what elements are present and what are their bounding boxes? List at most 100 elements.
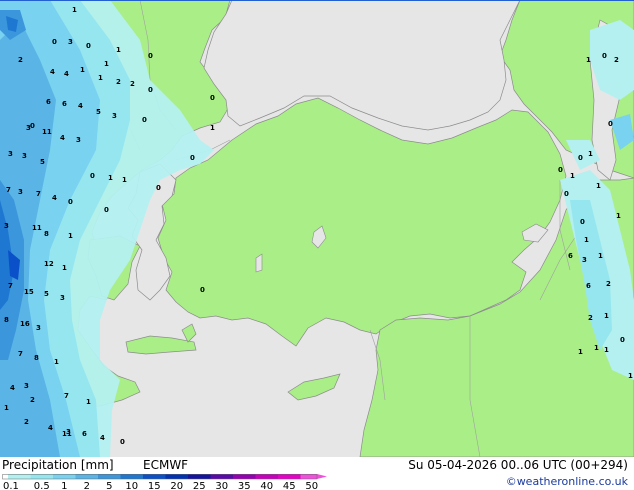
precip-value-label: 1: [584, 236, 589, 244]
scale-tick-label: 1: [61, 481, 67, 490]
precip-value-label: 0: [200, 286, 205, 294]
scale-tick-label: 15: [148, 481, 161, 490]
precip-value-label: 15: [24, 288, 34, 296]
precip-value-label: 2: [116, 78, 121, 86]
precip-value-label: 1: [628, 372, 633, 380]
precip-value-label: 0: [86, 42, 91, 50]
precip-value-label: 1: [68, 232, 73, 240]
precip-value-label: 1: [104, 60, 109, 68]
precip-value-label: 7: [36, 190, 41, 198]
precip-value-label: 0: [602, 52, 607, 60]
scale-tick-label: 2: [84, 481, 90, 490]
precip-value-label: 7: [6, 186, 11, 194]
validity-time: Su 05-04-2026 00..06 UTC (00+294): [408, 458, 628, 472]
precip-value-label: 2: [24, 418, 29, 426]
precip-value-label: 1: [116, 46, 121, 54]
scale-tick-label: 5: [106, 481, 112, 490]
scale-tick-label: 50: [305, 481, 318, 490]
precip-value-label: 1: [594, 344, 599, 352]
precip-value-label: 4: [100, 434, 105, 442]
precip-value-label: 12: [44, 260, 54, 268]
precip-value-label: 3: [24, 382, 29, 390]
precip-value-label: 0: [558, 166, 563, 174]
precip-value-label: 3: [76, 136, 81, 144]
model-name: ECMWF: [143, 458, 189, 472]
precip-value-label: 4: [50, 68, 55, 76]
precip-value-label: 6: [568, 252, 573, 260]
precip-value-label: 0: [104, 206, 109, 214]
precip-value-label: 3: [8, 150, 13, 158]
precip-value-label: 0: [52, 38, 57, 46]
precip-value-label: 6: [586, 282, 591, 290]
precip-value-label: 1: [86, 398, 91, 406]
precip-value-label: 0: [620, 336, 625, 344]
sea-black-sea: [203, 0, 521, 131]
precip-value-label: 3: [68, 38, 73, 46]
precip-value-label: 1: [62, 264, 67, 272]
precip-value-label: 4: [48, 424, 53, 432]
precip-value-label: 3: [4, 222, 9, 230]
precip-value-label: 4: [52, 194, 57, 202]
scale-tick-label: 40: [260, 481, 273, 490]
precip-value-label: 7: [8, 282, 13, 290]
precip-value-label: 0: [120, 438, 125, 446]
precip-value-label: 4: [60, 134, 65, 142]
precip-value-label: 0: [68, 198, 73, 206]
map-title: Precipitation [mm]: [2, 458, 114, 472]
precip-value-label: 3: [36, 324, 41, 332]
precip-value-label: 1: [578, 348, 583, 356]
precip-value-label: 3: [22, 152, 27, 160]
precip-value-label: 1: [210, 124, 215, 132]
precip-value-label: 8: [34, 354, 39, 362]
precip-value-label: 0: [580, 218, 585, 226]
scale-tick-label: 10: [125, 481, 138, 490]
precip-value-label: 16: [20, 320, 30, 328]
precip-value-label: 1: [72, 6, 77, 14]
precip-value-label: 0: [564, 190, 569, 198]
precip-value-label: 1: [598, 252, 603, 260]
precip-value-label: 8: [4, 316, 9, 324]
precip-value-label: 0: [156, 184, 161, 192]
precip-value-label: 11: [42, 128, 52, 136]
precip-value-label: 0: [578, 154, 583, 162]
precip-value-label: 2: [614, 56, 619, 64]
precip-value-label: 6: [62, 100, 67, 108]
precip-value-label: 1: [586, 56, 591, 64]
precip-value-label: 5: [44, 290, 49, 298]
precip-value-label: 2: [130, 80, 135, 88]
scale-tick-label: 20: [170, 481, 183, 490]
precip-value-label: 8: [44, 230, 49, 238]
precip-value-label: 4: [10, 384, 15, 392]
precip-value-label: 0: [210, 94, 215, 102]
precip-value-label: 1: [604, 312, 609, 320]
site-credit[interactable]: ©weatheronline.co.uk: [506, 475, 628, 488]
precip-value-label: 0: [142, 116, 147, 124]
precip-value-label: 1: [616, 212, 621, 220]
precip-value-label: 3: [26, 124, 31, 132]
scale-tick-label: 25: [193, 481, 206, 490]
precip-value-label: 1: [604, 346, 609, 354]
precip-value-label: 3: [582, 256, 587, 264]
precip-value-label: 1: [80, 66, 85, 74]
precip-value-label: 2: [588, 314, 593, 322]
precip-value-label: 1: [588, 150, 593, 158]
precip-value-label: 4: [78, 102, 83, 110]
map-canvas: 10 3 024 4 11 26 6 45 303 114 33 350 17 3 7 4 03 118 112 17…: [0, 0, 634, 457]
scale-arrow: [317, 474, 327, 479]
precip-value-label: 0: [608, 120, 613, 128]
precip-value-label: 5: [96, 108, 101, 116]
precip-value-label: 11: [32, 224, 42, 232]
precip-value-label: 0: [148, 52, 153, 60]
precip-value-label: 1: [570, 172, 575, 180]
precip-value-label: 1: [54, 358, 59, 366]
scale-tick-label: 30: [215, 481, 228, 490]
scale-tick-label: 35: [238, 481, 251, 490]
precip-value-label: 6: [82, 430, 87, 438]
precip-value-label: 1: [4, 404, 9, 412]
scale-tick-label: 0.5: [34, 481, 50, 490]
precip-value-label: 4: [64, 70, 69, 78]
precip-value-label: 7: [18, 350, 23, 358]
precip-value-label: 1: [122, 176, 127, 184]
precip-value-label: 6: [46, 98, 51, 106]
precip-value-label: 2: [30, 396, 35, 404]
